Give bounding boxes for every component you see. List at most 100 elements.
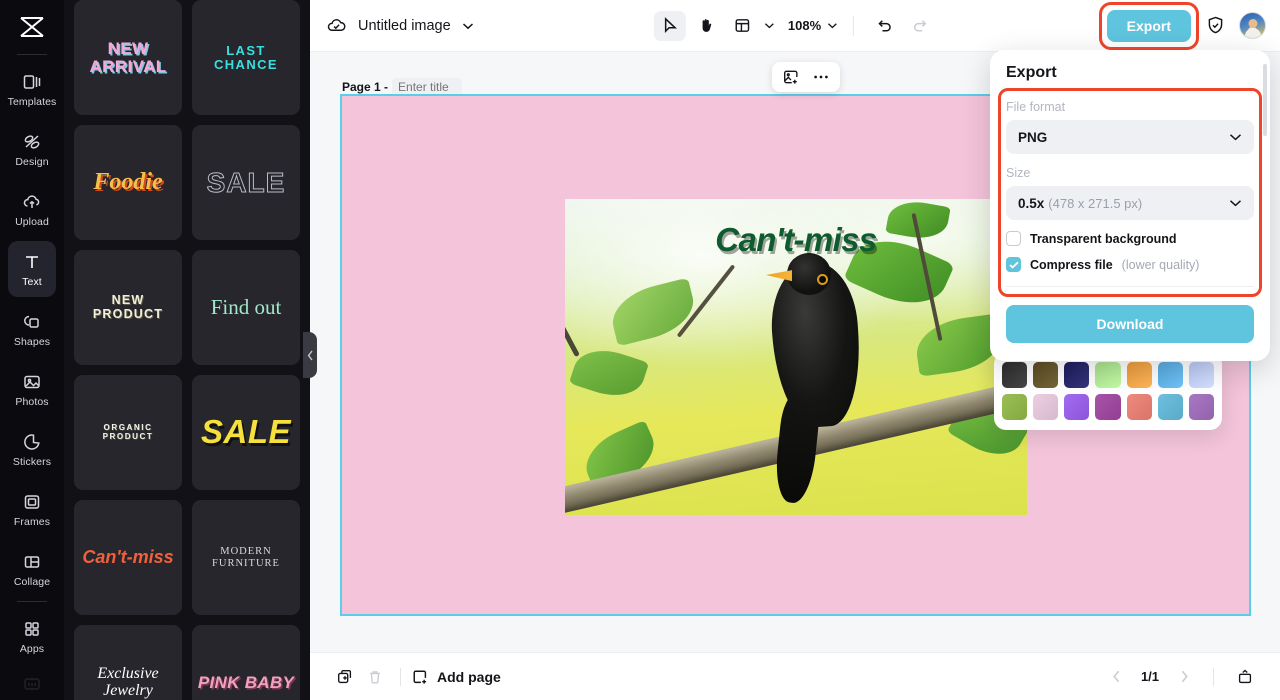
template-grid: NEW ARRIVAL LAST CHANCE Foodie SALE NEW PROD… [74,0,300,700]
next-page-button[interactable] [1171,664,1197,690]
document-title[interactable]: Untitled image [358,18,451,34]
capcut-logo-icon[interactable] [12,10,52,44]
template-card[interactable]: Exclusive Jewelry [74,625,182,700]
sidebar-item-stickers[interactable]: Stickers [8,421,56,477]
color-swatch[interactable] [1157,394,1183,420]
sidebar-item-label: Upload [15,215,49,228]
template-card-text: SALE [200,413,291,451]
chevron-left-icon [307,350,313,360]
sidebar-item-collage[interactable]: Collage [8,541,56,597]
color-swatch[interactable] [1095,362,1121,388]
template-card[interactable]: ORGANIC PRODUCT [74,375,182,490]
export-panel-scrollbar[interactable] [1263,64,1267,136]
sidebar-item-photos[interactable]: Photos [8,361,56,417]
layout-tool[interactable] [726,11,758,41]
twig-shape [565,249,580,358]
user-avatar[interactable] [1239,12,1266,39]
color-swatch[interactable] [1064,394,1090,420]
template-card-text: NEW ARRIVAL [89,38,167,76]
template-card[interactable]: NEW ARRIVAL [74,0,182,115]
sidebar-item-templates[interactable]: Templates [8,61,56,117]
template-card-text: PINK BABY [197,672,295,692]
prev-page-button[interactable] [1103,664,1129,690]
page-title-input[interactable] [392,78,463,96]
duplicate-page-button[interactable] [330,662,360,692]
compress-file-row[interactable]: Compress file (lower quality) [1006,257,1254,272]
pager-separator [1213,667,1214,686]
color-swatch[interactable] [1064,362,1090,388]
add-image-button[interactable] [778,65,804,89]
cloud-saved-icon[interactable] [324,14,348,38]
color-swatch[interactable] [1033,394,1059,420]
select-tool[interactable] [653,10,686,41]
sidebar-item-design[interactable]: Design [8,121,56,177]
undo-arrow-icon [878,20,891,32]
color-swatch[interactable] [1188,362,1214,388]
color-swatch[interactable] [1126,394,1152,420]
stickers-icon [21,431,43,453]
color-swatch[interactable] [1157,362,1183,388]
template-card[interactable]: Foodie [74,125,182,240]
more-options-button[interactable] [808,65,834,89]
rail-bottom-icon[interactable] [0,676,64,692]
template-card[interactable]: LAST CHANCE [192,0,300,115]
leaf-shape [569,340,650,405]
sidebar-item-label: Design [15,155,49,168]
bottom-separator [400,667,401,686]
template-card-text: MODERN FURNITURE [212,546,280,569]
template-card[interactable]: MODERN FURNITURE [192,500,300,615]
fit-screen-button[interactable] [1230,662,1260,692]
template-card[interactable]: NEW PRODUCT [74,250,182,365]
sidebar-item-text[interactable]: Text [8,241,56,297]
shield-check-icon[interactable] [1203,14,1227,38]
zoom-chevron-down-icon[interactable] [825,19,839,33]
color-swatch[interactable] [1095,394,1121,420]
main-area: Untitled image 108% Export Page 1 - Ente… [310,0,1280,700]
artwork-text[interactable]: Can't-miss [715,221,877,259]
chevron-right-icon [1181,670,1188,683]
template-card[interactable]: PINK BABY [192,625,300,700]
add-page-label: Add page [437,668,501,685]
sidebar-item-apps[interactable]: Apps [8,608,56,664]
rail-divider [17,54,47,55]
shapes-icon [21,311,43,333]
compress-file-checkbox[interactable] [1006,257,1021,272]
template-card-text: Foodie [93,168,163,195]
template-card[interactable]: SALE [192,125,300,240]
download-button[interactable]: Download [1006,305,1254,343]
template-card-text: ORGANIC PRODUCT [102,423,154,441]
color-swatch[interactable] [1002,394,1028,420]
size-select[interactable]: 0.5x (478 x 271.5 px) [1006,186,1254,220]
sidebar-item-upload[interactable]: Upload [8,181,56,237]
transparent-background-row[interactable]: Transparent background [1006,231,1254,246]
check-icon [1008,261,1019,269]
delete-page-button[interactable] [360,662,390,692]
sidebar-item-shapes[interactable]: Shapes [8,301,56,357]
panel-collapse-handle[interactable] [303,332,317,378]
hand-tool[interactable] [690,11,722,41]
cursor-arrow-icon [664,17,677,33]
file-format-select[interactable]: PNG [1006,120,1254,154]
color-swatch[interactable] [1188,394,1214,420]
compress-file-note: (lower quality) [1121,257,1200,272]
color-swatch[interactable] [1033,362,1059,388]
duplicate-page-icon [338,669,352,683]
chevron-down-icon[interactable] [461,19,475,33]
undo-button[interactable] [868,11,900,41]
transparent-background-checkbox[interactable] [1006,231,1021,246]
zoom-level-value[interactable]: 108% [788,18,821,33]
sidebar-item-frames[interactable]: Frames [8,481,56,537]
template-card[interactable]: Find out [192,250,300,365]
add-page-button[interactable]: Add page [411,668,501,686]
apps-icon [21,618,43,640]
compress-file-label: Compress file [1030,257,1113,272]
template-card[interactable]: Can't-miss [74,500,182,615]
layout-chevron-down-icon[interactable] [762,19,776,33]
chevron-down-icon [1229,134,1242,141]
bird-photo-element[interactable]: Can't-miss [565,199,1027,515]
color-swatch[interactable] [1126,362,1152,388]
color-swatch[interactable] [1002,362,1028,388]
template-card[interactable]: SALE [192,375,300,490]
redo-button[interactable] [904,11,936,41]
export-button[interactable]: Export [1106,9,1191,42]
